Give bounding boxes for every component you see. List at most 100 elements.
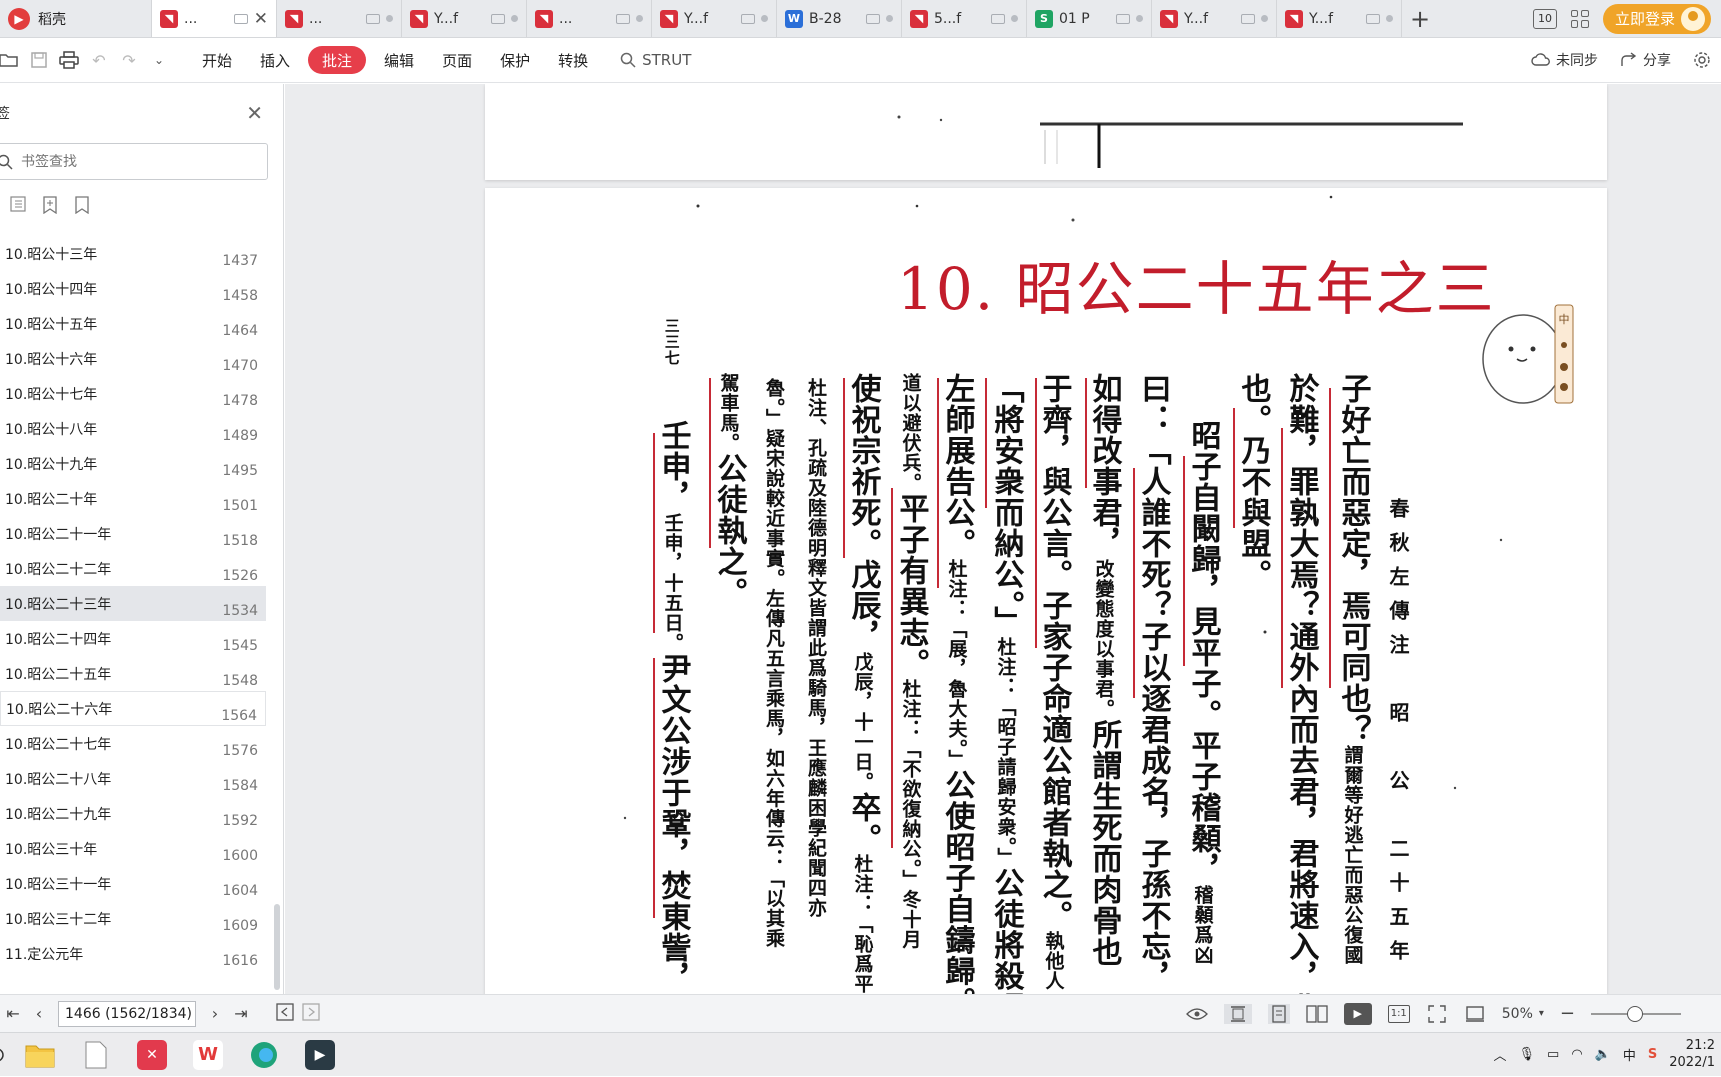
xmind-app-icon[interactable]: ✕ bbox=[124, 1033, 180, 1077]
document-tab[interactable]: S 01 P bbox=[1027, 0, 1152, 37]
sidebar-scrollbar[interactable] bbox=[274, 904, 280, 990]
wifi-icon[interactable]: ◠ bbox=[1571, 1047, 1582, 1062]
forward-icon[interactable] bbox=[298, 1002, 324, 1025]
sync-status[interactable]: 未同步 bbox=[1531, 50, 1598, 70]
bookmark-item[interactable]: 10.昭公二十五年 1548 bbox=[0, 656, 266, 691]
share-icon bbox=[1621, 52, 1637, 66]
blank-document-icon[interactable] bbox=[68, 1033, 124, 1077]
next-page-icon[interactable]: › bbox=[202, 1004, 228, 1023]
edge-browser-icon[interactable] bbox=[236, 1033, 292, 1077]
document-tab[interactable]: ◥ Y...f bbox=[652, 0, 777, 37]
bookmark-item[interactable]: 10.昭公十三年 1437 bbox=[0, 236, 266, 271]
bookmark-item[interactable]: 10.昭公二十一年 1518 bbox=[0, 516, 266, 551]
input-method-indicator[interactable]: 中 bbox=[1623, 1045, 1636, 1064]
eye-protection-icon[interactable] bbox=[1185, 1004, 1208, 1024]
document-tab[interactable]: ◥ Y...f bbox=[1277, 0, 1402, 37]
continuous-view-icon[interactable] bbox=[1267, 1003, 1290, 1024]
bookmark-item[interactable]: 10.昭公二十年 1501 bbox=[0, 481, 266, 516]
tab-label: 01 P bbox=[1059, 10, 1090, 27]
document-tab[interactable]: ◥... bbox=[527, 0, 652, 37]
window-count-button[interactable]: 10 bbox=[1532, 8, 1557, 29]
bookmark-item[interactable]: 10.昭公十五年 1464 bbox=[0, 306, 266, 341]
assistant-mascot[interactable]: 中 bbox=[1481, 297, 1575, 407]
menu-tab[interactable]: 插入 bbox=[246, 46, 304, 74]
battery-icon[interactable]: ▭ bbox=[1547, 1047, 1559, 1062]
print-icon[interactable] bbox=[54, 45, 84, 75]
close-tab-icon[interactable]: ✕ bbox=[254, 9, 268, 29]
document-tab[interactable]: W B-28 bbox=[777, 0, 902, 37]
first-page-icon[interactable]: ⇤ bbox=[0, 1004, 26, 1023]
menu-tab[interactable]: 页面 bbox=[428, 46, 486, 74]
bookmark-item[interactable]: 10.昭公十九年 1495 bbox=[0, 446, 266, 481]
undo-icon[interactable]: ↶ bbox=[84, 45, 114, 75]
bookmark-item[interactable]: 10.昭公二十三年 1534 bbox=[0, 586, 266, 621]
last-page-icon[interactable]: ⇥ bbox=[228, 1004, 254, 1023]
volume-icon[interactable]: 🔈 bbox=[1595, 1047, 1611, 1062]
actual-size-icon[interactable]: 1:1 bbox=[1387, 1004, 1410, 1023]
bookmark-item[interactable]: 10.昭公十八年 1489 bbox=[0, 411, 266, 446]
new-tab-button[interactable]: + bbox=[1402, 0, 1438, 37]
bookmark-item[interactable]: 10.昭公三十二年 1609 bbox=[0, 901, 266, 936]
expand-all-icon[interactable] bbox=[10, 196, 26, 218]
document-view[interactable]: 10. 昭公二十五年之三 春秋左傳注 昭 公 二十五年 子好亡而惡定，焉可同也？… bbox=[285, 84, 1721, 994]
bookmark-item[interactable]: 10.昭公三十年 1600 bbox=[0, 831, 266, 866]
bookmark-item[interactable]: 10.昭公十四年 1458 bbox=[0, 271, 266, 306]
bookmark-item[interactable]: 10.昭公二十六年 1564 bbox=[0, 691, 266, 726]
sogou-ime-icon[interactable]: S bbox=[1648, 1047, 1657, 1062]
page-number-input[interactable] bbox=[58, 1000, 196, 1027]
bookmark-search[interactable] bbox=[0, 143, 268, 180]
menu-tab[interactable]: 转换 bbox=[544, 46, 602, 74]
task-search-icon[interactable] bbox=[0, 1033, 12, 1077]
customize-dropdown-icon[interactable]: ⌄ bbox=[144, 45, 174, 75]
bookmark-icon[interactable] bbox=[74, 196, 90, 218]
bookmark-item[interactable]: 10.昭公十六年 1470 bbox=[0, 341, 266, 376]
document-tab[interactable]: ◥ 5...f bbox=[902, 0, 1027, 37]
cloud-icon bbox=[1531, 53, 1550, 66]
save-icon[interactable] bbox=[24, 45, 54, 75]
zoom-out-icon[interactable]: − bbox=[1560, 1003, 1575, 1024]
command-search[interactable]: STRUT bbox=[620, 51, 691, 69]
bookmark-item[interactable]: 10.昭公十七年 1478 bbox=[0, 376, 266, 411]
wps-office-icon[interactable]: W bbox=[180, 1033, 236, 1077]
bookmark-item[interactable]: 10.昭公三十一年 1604 bbox=[0, 866, 266, 901]
open-folder-icon[interactable] bbox=[0, 45, 24, 75]
fit-page-icon[interactable] bbox=[1426, 1004, 1448, 1024]
chevron-down-icon[interactable]: ▾ bbox=[1539, 1008, 1544, 1019]
menu-tab[interactable]: 保护 bbox=[486, 46, 544, 74]
bookmark-item[interactable]: 10.昭公二十八年 1584 bbox=[0, 761, 266, 796]
bookmark-search-input[interactable] bbox=[21, 153, 241, 170]
play-icon[interactable]: ▶ bbox=[1343, 1002, 1372, 1025]
menu-tab[interactable]: 批注 bbox=[308, 46, 367, 74]
two-page-view-icon[interactable] bbox=[1306, 1004, 1328, 1024]
document-tab[interactable]: ◥ Y...f bbox=[1152, 0, 1277, 37]
redo-icon[interactable]: ↷ bbox=[114, 45, 144, 75]
file-explorer-icon[interactable] bbox=[12, 1033, 68, 1077]
tray-overflow-icon[interactable]: ︿ bbox=[1494, 1045, 1507, 1064]
add-bookmark-icon[interactable] bbox=[42, 196, 58, 218]
close-icon[interactable]: ✕ bbox=[246, 101, 263, 125]
apps-grid-icon[interactable] bbox=[1570, 9, 1589, 28]
document-tab[interactable]: ◥... bbox=[277, 0, 402, 37]
back-icon[interactable] bbox=[272, 1002, 298, 1025]
menu-tab[interactable]: 开始 bbox=[188, 46, 246, 74]
bookmark-item[interactable]: 11.定公元年 1616 bbox=[0, 936, 266, 971]
zoom-slider[interactable] bbox=[1591, 1005, 1681, 1022]
app-tab-home[interactable]: ▶ 稻壳 bbox=[0, 0, 152, 37]
document-tab[interactable]: ◥... ✕ bbox=[152, 0, 277, 37]
menu-tab[interactable]: 编辑 bbox=[370, 46, 428, 74]
share-button[interactable]: 分享 bbox=[1620, 50, 1671, 70]
bookmark-item[interactable]: 10.昭公二十二年 1526 bbox=[0, 551, 266, 586]
previous-page-icon[interactable]: ‹ bbox=[26, 1004, 52, 1023]
bookmark-item[interactable]: 10.昭公二十九年 1592 bbox=[0, 796, 266, 831]
bookmark-item[interactable]: 10.昭公二十四年 1545 bbox=[0, 621, 266, 656]
single-page-view-icon[interactable] bbox=[1223, 1003, 1252, 1024]
media-app-icon[interactable]: ▶ bbox=[292, 1033, 348, 1077]
system-clock[interactable]: 21:2 2022/1 bbox=[1669, 1038, 1715, 1072]
document-tab[interactable]: ◥ Y...f bbox=[402, 0, 527, 37]
bookmark-item[interactable]: 10.昭公二十七年 1576 bbox=[0, 726, 266, 761]
fit-width-icon[interactable] bbox=[1464, 1004, 1486, 1024]
zoom-level[interactable]: 50% bbox=[1502, 1006, 1533, 1022]
microphone-icon[interactable]: 🎙 bbox=[1519, 1047, 1536, 1062]
settings-gear-icon[interactable] bbox=[1693, 51, 1711, 69]
login-button[interactable]: 立即登录 bbox=[1602, 3, 1711, 34]
